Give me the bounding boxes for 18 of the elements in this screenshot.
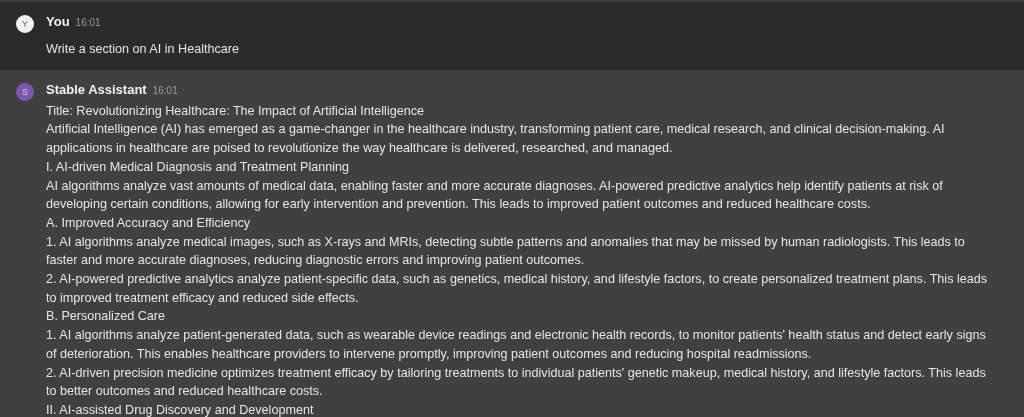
message-text: I. AI-driven Medical Diagnosis and Treatment Planning [46,158,351,176]
author-name: Stable Assistant [46,81,147,97]
message-text: Title: Revolutionizing Healthcare: The Impact of Artificial Intelligence [46,102,425,120]
message-text: II. AI-assisted Drug Discovery and Development [46,401,315,417]
message-text: A. Improved Accuracy and Efficiency [46,214,252,232]
message-text: 2. AI-driven precision medicine optimizes treatment efficacy by tailoring treatments to individual patients' genetic makeup, medical history, and lifestyle factors. This leads to better outcomes and reduced healthcare costs. [46,364,987,401]
avatar: Y [16,15,34,33]
message-text: AI algorithms analyze vast amounts of medical data, enabling faster and more accurate diagnoses. AI-powered predictive analytics help identify patients at risk of developing certain conditions, allowing for early intervention and prevention. This leads to improved patient outcomes and reduced healthcare costs. [46,177,944,214]
message-text: Artificial Intelligence (AI) has emerged as a game-changer in the healthcare industry, transforming patient care, medical research, and clinical decision-making. AI applications in healthcare are poised to revolutionize the way healthcare is delivered, researched, and managed. [46,121,946,158]
message-text: 2. AI-powered predictive analytics analyze patient-specific data, such as genetics, medical history, and lifestyle factors, to create personalized treatment plans. This leads to improved treatment efficacy and reduced side effects. [46,271,989,307]
message-text: 1. AI algorithms analyze patient-generated data, such as wearable device readings and electronic health records, to monitor patients' health status and detect early signs of deterioration. This enables healthcare providers to intervene promptly, improving patient outcomes and reducing hospital readmissions. [46,327,987,363]
message-text: Write a section on AI in Healthcare [46,41,240,58]
avatar: S [16,82,34,101]
message-text: B. Personalized Care [46,308,166,326]
message-text: 1. AI algorithms analyze medical images, such as X-rays and MRIs, detecting subtle patterns and anomalies that may be missed by human radiologists. This leads to faster and more accurate diagnoses, reducing diagnostic errors and improving patient outcomes. [46,233,966,270]
timestamp: 16:01 [152,84,178,96]
author-name: You [46,14,70,29]
timestamp: 16:01 [75,17,101,28]
